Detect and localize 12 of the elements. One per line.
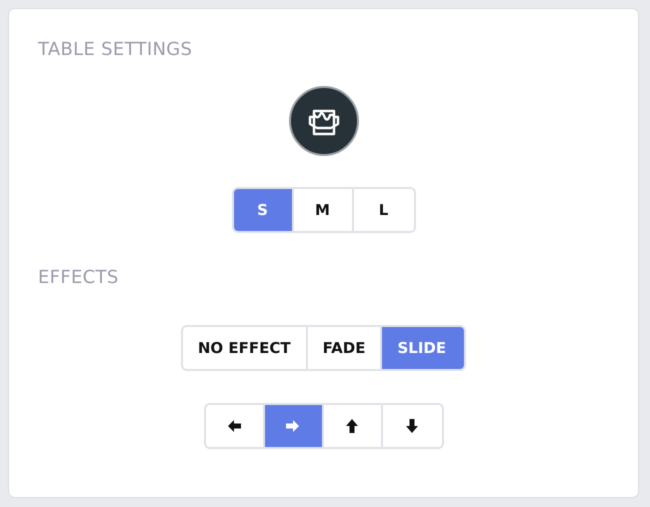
arrow-down-icon (404, 418, 420, 434)
arrow-up-icon (344, 418, 360, 434)
effect-option[interactable]: SLIDE (382, 327, 464, 369)
paint-bucket-icon (288, 86, 358, 156)
arrow-right-button[interactable] (264, 405, 324, 447)
arrow-left-icon (226, 418, 242, 434)
section-heading: EFFECTS (38, 267, 120, 288)
arrow-right-icon (285, 418, 301, 434)
effect-option[interactable]: NO EFFECT (182, 327, 308, 369)
size-option[interactable]: S (234, 189, 294, 231)
section-heading: TABLE SETTINGS (38, 39, 194, 60)
arrow-left-button[interactable] (206, 405, 264, 447)
